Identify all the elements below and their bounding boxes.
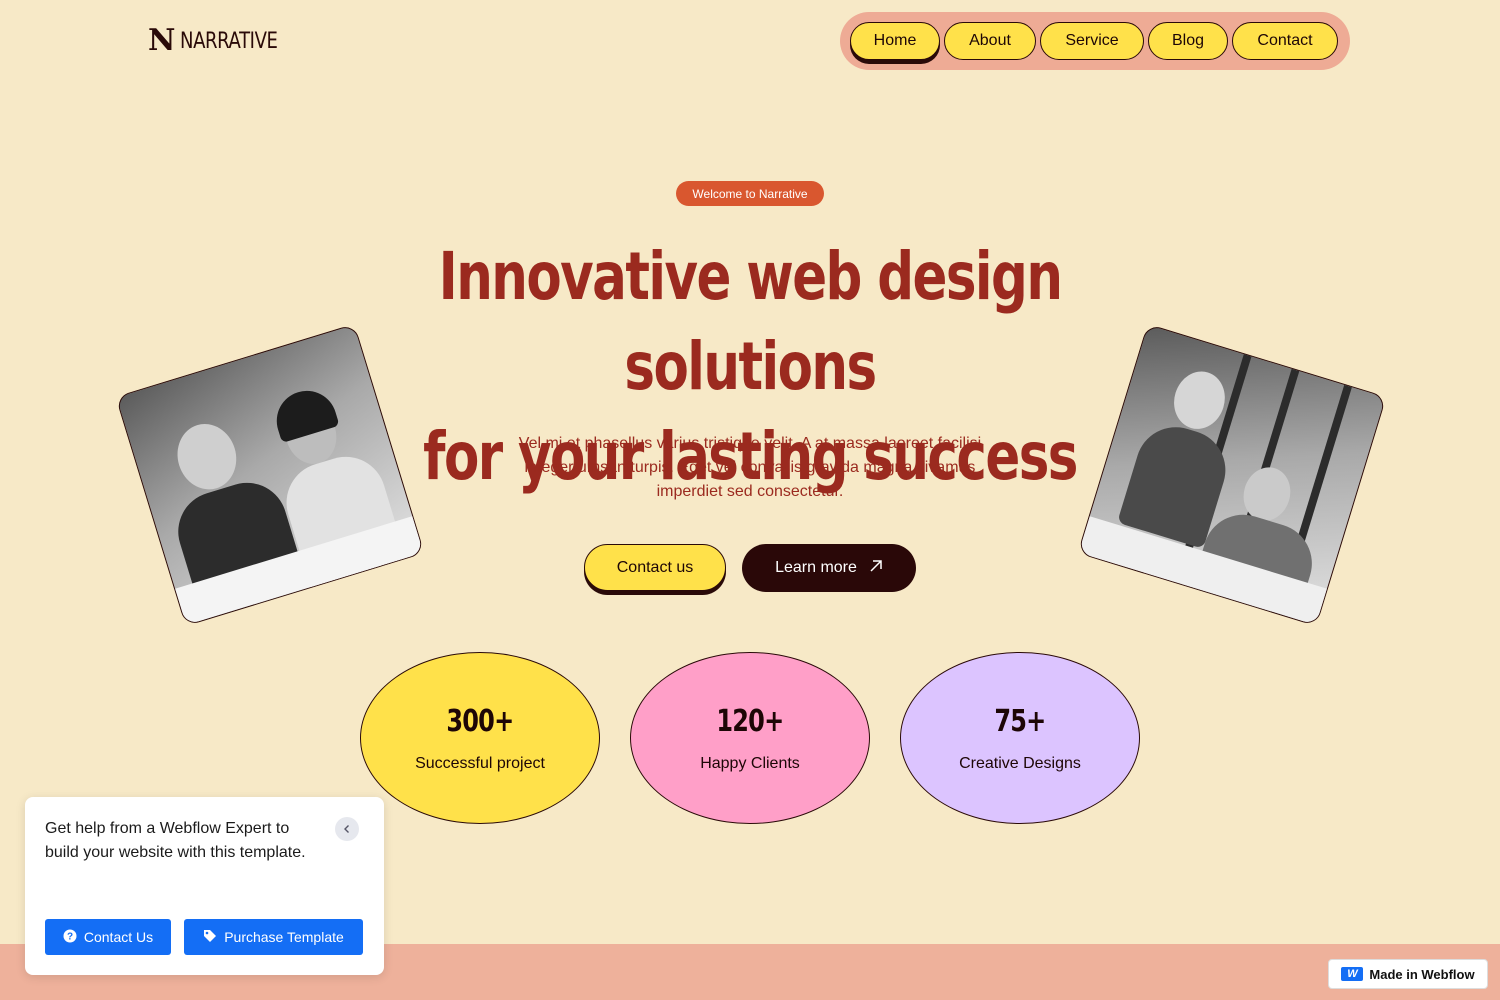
nav-service[interactable]: Service [1040, 22, 1144, 60]
webflow-help-popup: Get help from a Webflow Expert to build … [25, 797, 384, 975]
chevron-left-icon[interactable] [335, 817, 359, 841]
nav-home[interactable]: Home [850, 22, 940, 60]
contact-us-button[interactable]: Contact us [584, 544, 726, 591]
stat-label: Creative Designs [959, 754, 1081, 772]
brand-logo[interactable]: N NARRATIVE [148, 26, 299, 56]
made-in-webflow-badge[interactable]: W Made in Webflow [1328, 959, 1488, 989]
help-contact-us-label: Contact Us [83, 929, 154, 945]
made-in-webflow-label: Made in Webflow [1369, 966, 1475, 982]
learn-more-label: Learn more [775, 559, 857, 576]
help-text: Get help from a Webflow Expert to build … [45, 820, 306, 861]
arrow-up-right-icon [869, 559, 883, 578]
webflow-logo-icon: W [1341, 967, 1364, 981]
nav-about[interactable]: About [944, 22, 1036, 60]
svg-text:?: ? [67, 931, 73, 942]
nav-blog[interactable]: Blog [1148, 22, 1228, 60]
stat-happy-clients: 120+ Happy Clients [630, 652, 870, 824]
logo-mark: N [148, 23, 175, 58]
stat-label: Successful project [415, 754, 545, 772]
hero-subtext: Vel mi et phasellus varius tristique vel… [518, 435, 982, 500]
learn-more-button[interactable]: Learn more [742, 544, 916, 592]
welcome-badge: Welcome to Narrative [676, 181, 824, 206]
nav-contact[interactable]: Contact [1232, 22, 1338, 60]
tag-icon [203, 929, 217, 946]
stat-value: 300+ [446, 703, 514, 739]
stat-value: 75+ [994, 703, 1046, 739]
purchase-template-button[interactable]: Purchase Template [184, 919, 363, 955]
stat-creative-designs: 75+ Creative Designs [900, 652, 1140, 824]
stat-value: 120+ [716, 703, 784, 739]
stat-successful-projects: 300+ Successful project [360, 652, 600, 824]
main-nav: Home About Service Blog Contact [840, 12, 1350, 70]
purchase-template-label: Purchase Template [224, 929, 344, 945]
headline-line-1: Innovative web design solutions [438, 238, 1063, 405]
help-contact-us-button[interactable]: ? Contact Us [45, 919, 171, 955]
question-circle-icon: ? [63, 929, 77, 946]
stat-label: Happy Clients [700, 754, 800, 772]
brand-name: NARRATIVE [180, 28, 278, 54]
